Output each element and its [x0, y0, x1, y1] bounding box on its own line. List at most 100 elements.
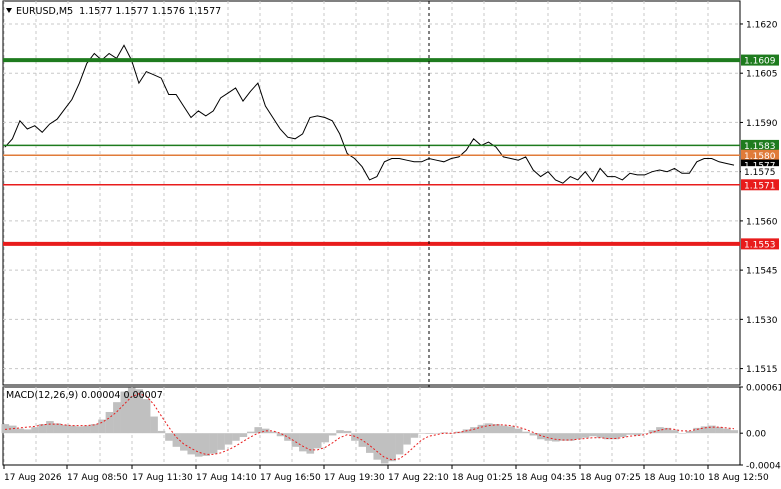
- macd-bar: [180, 433, 188, 451]
- macd-bar: [61, 424, 69, 434]
- macd-bar: [544, 433, 553, 441]
- level-label: 1.1575: [744, 168, 776, 178]
- macd-bar: [306, 433, 315, 454]
- macd-bar: [83, 425, 91, 434]
- x-tick-label: 17 Aug 22:10: [388, 473, 449, 483]
- macd-bar: [284, 433, 292, 441]
- y-tick-label: 1.1590: [746, 119, 778, 129]
- x-tick-label: 17 Aug 08:50: [67, 473, 128, 483]
- macd-bar: [351, 433, 359, 441]
- macd-bar: [68, 425, 77, 434]
- x-tick-label: 17 Aug 14:10: [196, 473, 257, 483]
- macd-bar: [343, 430, 352, 434]
- macd-bar: [1, 424, 10, 434]
- time-axis: 17 Aug 2026 17 Aug 08:50 17 Aug 11:30 17 Au…: [3, 465, 769, 483]
- x-tick-label: 18 Aug 04:35: [516, 473, 577, 483]
- macd-bar: [217, 433, 225, 450]
- macd-bar: [395, 433, 404, 455]
- macd-bar: [202, 433, 210, 456]
- x-tick-label: 18 Aug 12:50: [708, 473, 769, 483]
- x-tick-label: 17 Aug 11:30: [132, 473, 193, 483]
- x-tick-label: 17 Aug 19:30: [324, 473, 385, 483]
- macd-bar: [224, 433, 233, 445]
- macd-bar: [321, 433, 329, 443]
- macd-bar: [656, 427, 664, 434]
- macd-bar: [574, 433, 582, 440]
- macd-bar: [633, 433, 642, 436]
- y-tick-label: 1.1620: [746, 20, 778, 30]
- macd-bar: [75, 426, 84, 434]
- macd-bar: [485, 423, 493, 434]
- macd-bar: [700, 426, 709, 434]
- macd-bar: [105, 411, 114, 434]
- macd-bar: [328, 433, 337, 436]
- macd-bar: [246, 431, 255, 434]
- macd-bar: [98, 419, 106, 434]
- macd-header: MACD(12,26,9) 0.00004 0.00007: [6, 390, 163, 401]
- macd-bar: [239, 433, 248, 437]
- macd-bar: [477, 424, 486, 434]
- macd-bar: [693, 427, 701, 434]
- macd-bar: [626, 433, 634, 435]
- x-tick-label: 18 Aug 07:25: [580, 473, 641, 483]
- macd-bar: [157, 430, 166, 434]
- macd-bar: [358, 433, 367, 447]
- chevron-down-icon[interactable]: [6, 8, 12, 13]
- macd-bar: [551, 433, 560, 442]
- macd-bar: [507, 426, 515, 434]
- macd-bar: [410, 433, 419, 438]
- macd-y-tick-label: 0.00: [746, 430, 766, 440]
- macd-bar: [23, 429, 32, 434]
- macd-bar: [723, 428, 731, 434]
- macd-bar: [209, 433, 218, 454]
- macd-bar: [31, 427, 39, 434]
- y-tick-label: 1.1545: [746, 267, 778, 277]
- y-tick-label: 1.1560: [746, 217, 778, 227]
- macd-bar: [172, 433, 181, 447]
- macd-bar: [187, 433, 196, 455]
- y-tick-label: 1.1515: [746, 365, 778, 375]
- macd-bar: [499, 425, 508, 434]
- macd-bar: [313, 433, 322, 449]
- level-label: 1.1553: [744, 240, 776, 250]
- macd-bar: [418, 433, 426, 434]
- level-label: 1.1571: [744, 181, 776, 191]
- ohlc-values: 1.1577 1.1577 1.1576 1.1577: [79, 6, 222, 17]
- macd-bar: [670, 430, 679, 434]
- x-tick-label: 17 Aug 2026: [4, 473, 62, 483]
- macd-bar: [165, 433, 173, 441]
- symbol-label: EURUSD,M5: [16, 6, 74, 17]
- macd-bar: [514, 428, 523, 434]
- macd-bar: [299, 433, 307, 452]
- macd-bar: [16, 428, 24, 434]
- level-label: 1.1609: [744, 57, 776, 67]
- macd-bar: [589, 433, 597, 437]
- macd-bar: [261, 428, 270, 434]
- macd-bar: [425, 433, 434, 434]
- macd-bar: [373, 433, 382, 460]
- x-tick-label: 17 Aug 16:50: [260, 473, 321, 483]
- macd-bar: [113, 402, 121, 434]
- macd-y-tick-label: 0.00061: [746, 384, 781, 394]
- macd-bar: [596, 433, 605, 438]
- macd-bar: [38, 424, 47, 434]
- macd-bar: [336, 430, 344, 434]
- macd-bar: [522, 431, 530, 434]
- macd-bar: [90, 424, 99, 434]
- macd-bar: [150, 416, 158, 434]
- macd-bar: [232, 433, 240, 441]
- x-tick-label: 18 Aug 01:25: [452, 473, 513, 483]
- x-tick-label: 18 Aug 10:10: [644, 473, 705, 483]
- macd-bar: [254, 427, 263, 434]
- y-tick-label: 1.1605: [746, 70, 778, 80]
- macd-bar: [366, 433, 374, 453]
- macd-bar: [53, 423, 62, 434]
- macd-bar: [380, 433, 389, 464]
- macd-bar: [46, 421, 54, 434]
- macd-bar: [678, 433, 687, 434]
- y-tick-label: 1.1530: [746, 316, 778, 326]
- trading-chart[interactable]: 1.1620 1.1605 1.1590 1.1575 1.1560 1.1545 1.15…: [0, 0, 781, 489]
- chart-header: EURUSD,M5 1.1577 1.1577 1.1576 1.1577: [6, 6, 221, 17]
- macd-bar: [715, 427, 724, 434]
- macd-bar: [142, 399, 151, 434]
